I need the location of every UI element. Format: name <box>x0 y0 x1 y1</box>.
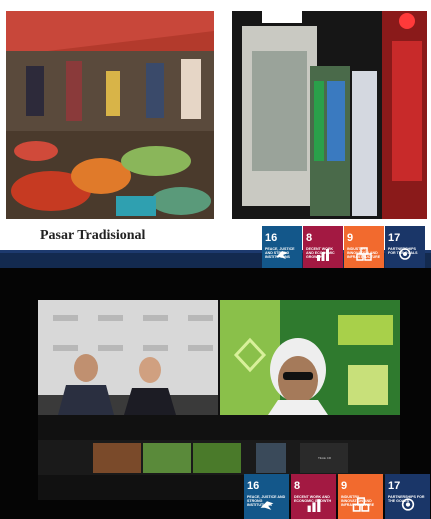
market-illustration <box>6 11 214 219</box>
sdg-badge-row-top: 16 PEACE, JUSTICE AND STRONG INSTITUTION… <box>262 226 427 268</box>
video-conference-illustration <box>38 300 400 475</box>
flower-icon <box>385 247 425 266</box>
sdg-badge-row-bottom: 16 PEACE, JUSTICE AND STRONG INSTITUTION… <box>244 474 431 519</box>
flower-icon <box>385 497 430 517</box>
dove-icon <box>262 247 302 266</box>
growth-chart-icon <box>291 497 336 517</box>
modern-shop-photo <box>232 11 427 219</box>
sdg-9-badge: 9 INDUSTRY, INNOVATION AND INFRASTRUCTUR… <box>338 474 383 519</box>
sdg-17-badge: 17 PARTNERSHIPS FOR THE GOALS <box>385 226 425 268</box>
market-caption: Pasar Tradisional <box>40 228 146 243</box>
sdg-16-badge: 16 PEACE, JUSTICE AND STRONG INSTITUTION… <box>244 474 289 519</box>
cubes-icon <box>338 497 383 517</box>
participant-tile-label: Tiktok CR <box>318 456 332 460</box>
sdg-8-badge: 8 DECENT WORK AND ECONOMIC GROWTH <box>303 226 343 268</box>
shop-illustration <box>232 11 427 219</box>
sdg-17-badge: 17 PARTNERSHIPS FOR THE GOALS <box>385 474 430 519</box>
growth-chart-icon <box>303 247 343 266</box>
sdg-16-badge: 16 PEACE, JUSTICE AND STRONG INSTITUTION… <box>262 226 302 268</box>
dove-icon <box>244 497 289 517</box>
video-conference-stage: Tiktok CR <box>38 300 400 500</box>
sdg-9-badge: 9 INDUSTRY, INNOVATION AND INFRASTRUCTUR… <box>344 226 384 268</box>
top-slide-panel: Pasar Tradisional <box>0 0 431 253</box>
cubes-icon <box>344 247 384 266</box>
sdg-8-badge: 8 DECENT WORK AND ECONOMIC GROWTH <box>291 474 336 519</box>
traditional-market-photo <box>6 11 214 219</box>
